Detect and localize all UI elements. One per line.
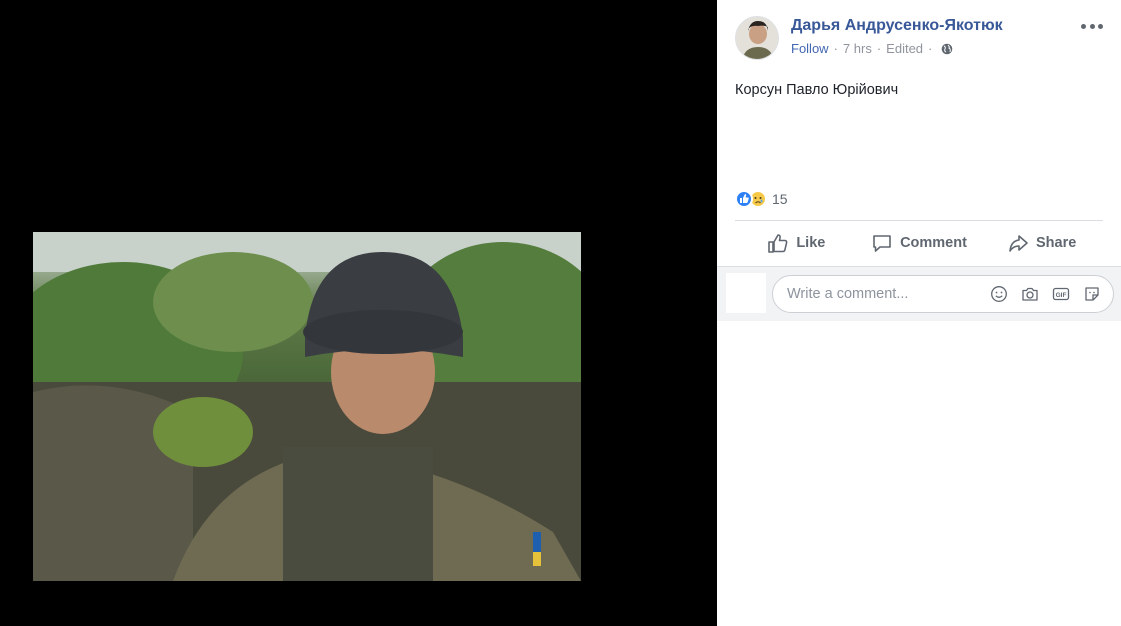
comment-button[interactable]: Comment	[858, 222, 981, 264]
post-panel: Дарья Андрусенко-Якотюк Follow · 7 hrs ·…	[717, 0, 1121, 626]
meta-separator: ·	[876, 41, 882, 56]
post-photo[interactable]	[33, 232, 581, 581]
post-text: Корсун Павло Юрійович	[735, 82, 899, 98]
edited-label[interactable]: Edited	[886, 41, 923, 56]
share-button[interactable]: Share	[980, 222, 1103, 264]
share-label: Share	[1036, 235, 1077, 251]
meta-separator: ·	[833, 41, 838, 56]
reaction-count: 15	[772, 191, 788, 207]
comment-label: Comment	[900, 235, 967, 251]
dot-icon	[1081, 23, 1086, 29]
post-timestamp[interactable]: 7 hrs	[843, 41, 872, 56]
dot-icon	[1098, 23, 1103, 29]
comment-placeholder: Write a comment...	[787, 286, 909, 302]
more-options-icon[interactable]	[1081, 16, 1103, 36]
comment-tools: GIF	[990, 285, 1101, 303]
gif-icon[interactable]: GIF	[1052, 285, 1070, 303]
camera-icon[interactable]	[1021, 285, 1039, 303]
like-button[interactable]: Like	[735, 222, 858, 264]
speech-bubble-icon	[873, 235, 891, 252]
viewer-avatar	[726, 273, 766, 313]
post-actions-bar: Like Comment Share	[735, 222, 1103, 264]
avatar-image	[736, 17, 778, 59]
post-meta: Follow · 7 hrs · Edited ·	[791, 41, 953, 56]
like-reaction-icon	[735, 190, 753, 208]
svg-text:GIF: GIF	[1056, 292, 1067, 299]
globe-icon[interactable]	[941, 43, 953, 55]
reactions-summary[interactable]: 15	[735, 190, 788, 208]
photo-viewer	[0, 0, 717, 626]
dot-icon	[1089, 23, 1095, 29]
smiley-icon[interactable]	[990, 285, 1008, 303]
follow-link[interactable]: Follow	[791, 41, 829, 56]
author-name-link[interactable]: Дарья Андрусенко-Якотюк	[791, 17, 1003, 35]
author-avatar[interactable]	[735, 16, 779, 60]
comment-input[interactable]: Write a comment... GIF	[772, 275, 1114, 313]
share-arrow-icon	[1009, 235, 1028, 252]
divider	[735, 220, 1103, 221]
meta-separator: ·	[928, 41, 933, 56]
sticker-icon[interactable]	[1083, 285, 1101, 303]
comment-composer: Write a comment... GIF	[717, 266, 1121, 321]
like-label: Like	[796, 235, 826, 251]
soldier-photo-illustration	[33, 232, 581, 581]
thumbs-up-icon	[768, 234, 788, 253]
